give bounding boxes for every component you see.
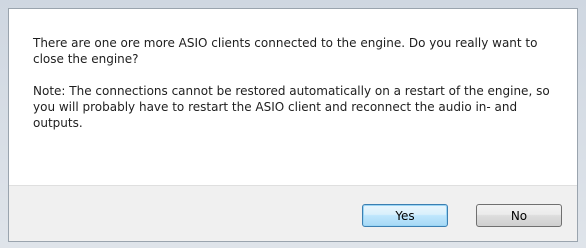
dialog-content: There are one ore more ASIO clients conn… [33,35,553,147]
dialog-message: There are one ore more ASIO clients conn… [33,36,538,66]
dialog-note: Note: The connections cannot be restored… [33,84,550,130]
confirm-close-engine-dialog: There are one ore more ASIO clients conn… [8,8,578,242]
dialog-button-bar: Yes No [9,185,577,241]
window-frame: There are one ore more ASIO clients conn… [0,0,586,248]
no-button[interactable]: No [476,204,562,227]
yes-button[interactable]: Yes [362,204,448,227]
